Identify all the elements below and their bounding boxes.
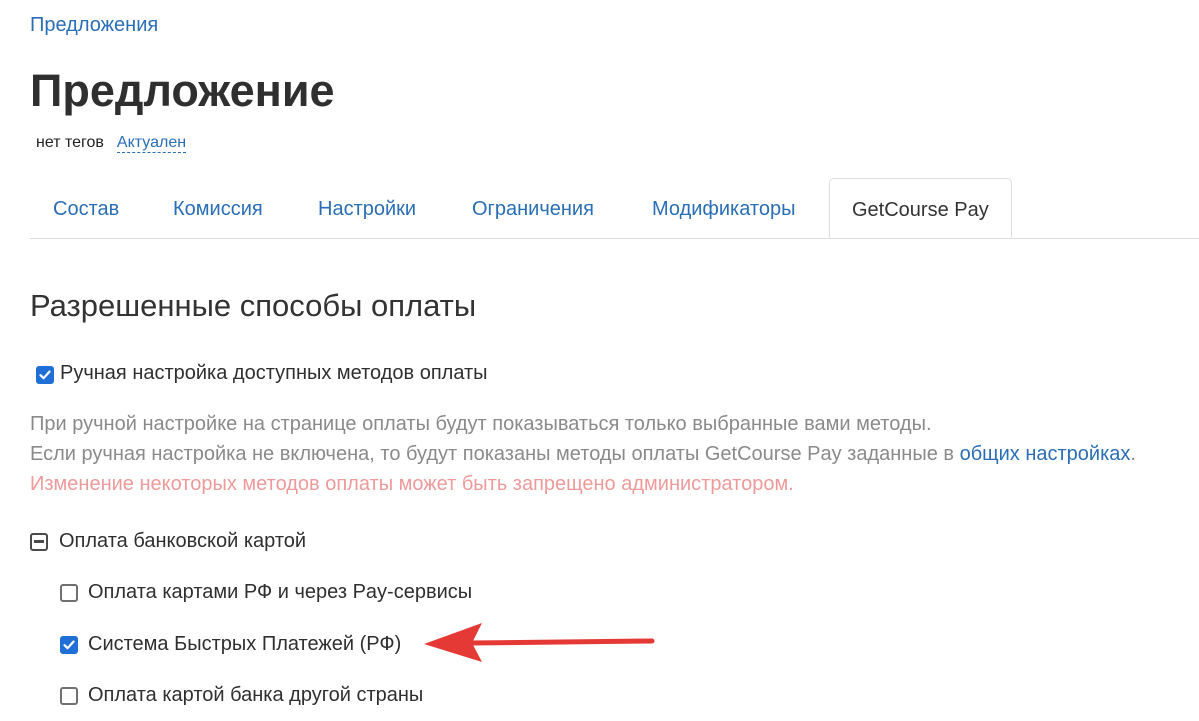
tab-modifiers[interactable]: Модификаторы xyxy=(652,178,795,238)
minus-square-icon[interactable] xyxy=(30,533,48,551)
tab-bar: Состав Комиссия Настройки Ограничения Мо… xyxy=(30,178,1199,239)
manual-setup-checkbox[interactable] xyxy=(36,366,54,384)
breadcrumb-offers-link[interactable]: Предложения xyxy=(30,14,158,37)
arrow-left-icon xyxy=(424,623,655,662)
tab-settings[interactable]: Настройки xyxy=(318,178,416,238)
tab-restrictions[interactable]: Ограничения xyxy=(472,178,594,238)
tab-getcourse-pay[interactable]: GetCourse Pay xyxy=(829,178,1012,238)
status-link[interactable]: Актуален xyxy=(116,133,187,154)
tab-commission[interactable]: Комиссия xyxy=(173,178,263,238)
check-icon xyxy=(39,370,51,380)
sbp-label[interactable]: Система Быстрых Платежей (РФ) xyxy=(88,633,401,656)
help-text: При ручной настройке на странице оплаты … xyxy=(30,409,1136,499)
bank-card-group-label[interactable]: Оплата банковской картой xyxy=(59,530,306,553)
tags-text: нет тегов xyxy=(36,134,104,151)
page: Предложения Предложение нет тегов Актуал… xyxy=(0,0,1199,721)
sbp-checkbox[interactable] xyxy=(60,636,78,654)
manual-setup-label[interactable]: Ручная настройка доступных методов оплат… xyxy=(60,362,488,385)
help-line-2-prefix: Если ручная настройка не включена, то бу… xyxy=(30,443,960,465)
foreign-bank-card-label[interactable]: Оплата картой банка другой страны xyxy=(88,684,423,707)
section-title: Разрешенные способы оплаты xyxy=(30,288,477,323)
foreign-bank-card-checkbox[interactable] xyxy=(60,687,78,705)
help-line-1: При ручной настройке на странице оплаты … xyxy=(30,413,932,435)
tab-composition[interactable]: Состав xyxy=(53,178,119,238)
rf-cards-pay-services-label[interactable]: Оплата картами РФ и через Pay-сервисы xyxy=(88,581,472,604)
help-line-2-suffix: . xyxy=(1130,443,1136,465)
check-icon xyxy=(63,640,75,650)
general-settings-link[interactable]: общих настройках xyxy=(960,443,1131,465)
page-title: Предложение xyxy=(30,65,335,116)
tags-row: нет тегов Актуален xyxy=(36,133,187,154)
rf-cards-pay-services-checkbox[interactable] xyxy=(60,584,78,602)
help-line-2: Если ручная настройка не включена, то бу… xyxy=(30,439,1136,469)
help-warning: Изменение некоторых методов оплаты может… xyxy=(30,473,794,495)
